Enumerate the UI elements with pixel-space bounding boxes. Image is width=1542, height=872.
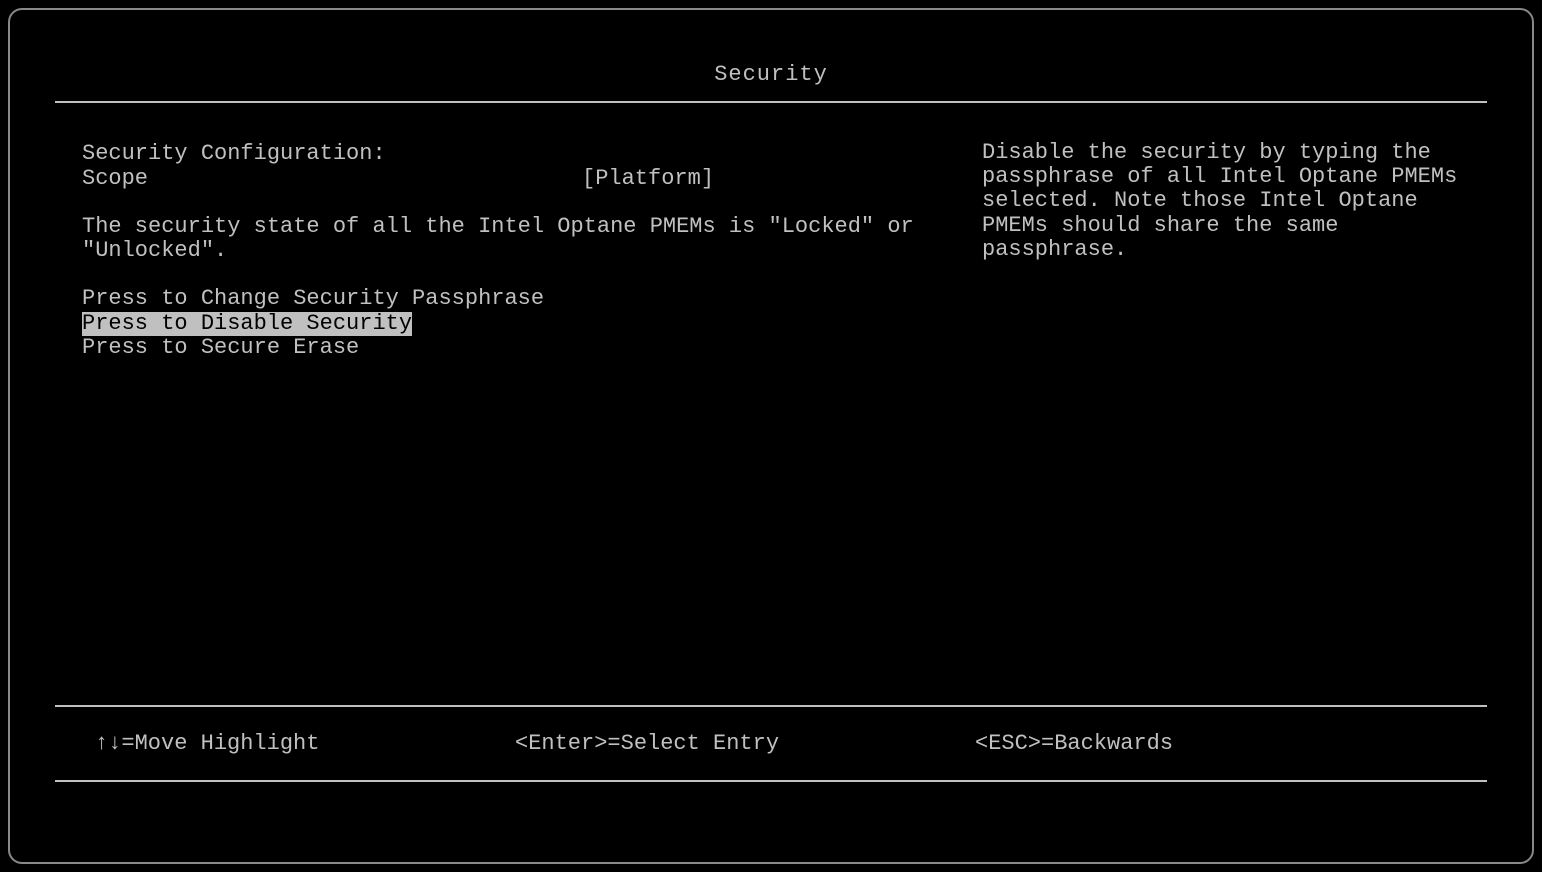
arrows-icon: ↑↓ xyxy=(95,731,121,756)
hint-move-label: =Move Highlight xyxy=(121,731,319,756)
hint-move-highlight: ↑↓=Move Highlight xyxy=(95,731,455,756)
hint-esc: <ESC>=Backwards xyxy=(975,731,1447,756)
footer-divider-top xyxy=(55,705,1487,707)
footer-divider-bottom xyxy=(55,780,1487,782)
footer: ↑↓=Move Highlight <Enter>=Select Entry <… xyxy=(55,705,1487,782)
hint-enter: <Enter>=Select Entry xyxy=(515,731,915,756)
footer-hints: ↑↓=Move Highlight <Enter>=Select Entry <… xyxy=(55,723,1487,764)
